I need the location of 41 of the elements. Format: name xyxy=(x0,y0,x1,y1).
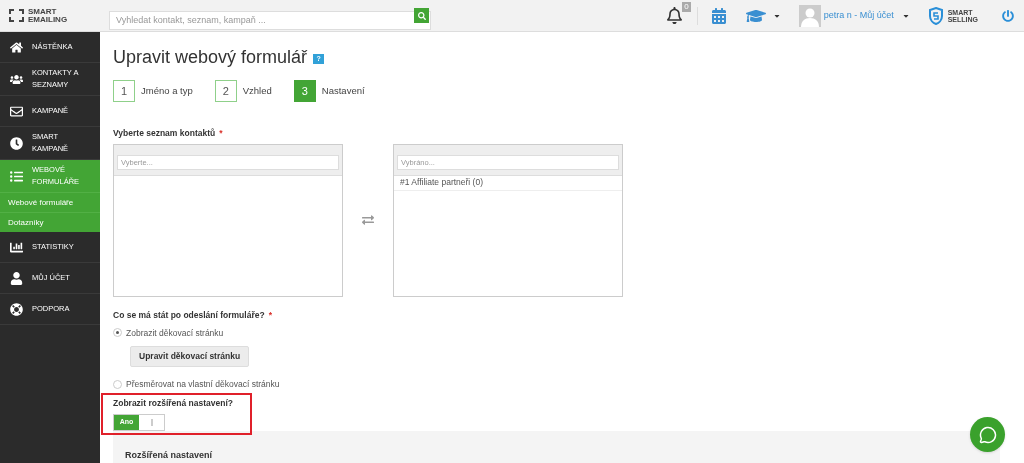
chat-button[interactable] xyxy=(970,417,1005,452)
lifebuoy-icon xyxy=(9,302,23,316)
step-number: 3 xyxy=(293,80,316,102)
user-icon xyxy=(9,271,23,285)
transfer-icon[interactable] xyxy=(362,214,374,227)
required-mark: * xyxy=(219,127,223,140)
list-icon xyxy=(9,169,23,183)
clock-icon xyxy=(9,136,23,150)
field-label: Co se má stát po odeslání formuláře? xyxy=(113,308,265,322)
power-icon[interactable] xyxy=(1002,9,1014,22)
shield-icon xyxy=(927,6,944,25)
avatar-icon xyxy=(798,4,821,27)
search-button[interactable] xyxy=(414,8,429,23)
envelope-icon xyxy=(9,104,23,118)
step-label: Jméno a typ xyxy=(141,83,193,98)
logo-text: EMAILING xyxy=(28,15,68,24)
page-title: Upravit webový formulář xyxy=(113,46,308,69)
step-number: 2 xyxy=(214,80,237,102)
logo-icon xyxy=(9,9,24,22)
step-number: 1 xyxy=(113,80,135,102)
field-label: Zobrazit rozšířená nastavení? xyxy=(113,398,233,408)
users-icon xyxy=(9,72,23,86)
radio-button[interactable] xyxy=(113,328,122,338)
calendar-icon[interactable] xyxy=(710,7,727,24)
logo-text: SMART xyxy=(28,7,58,16)
panel-title: Rozšířená nastavení xyxy=(125,449,213,460)
bell-icon[interactable] xyxy=(665,7,683,24)
step-label: Vzhled xyxy=(242,83,272,98)
radio-label: Přesměrovat na vlastní děkovací stránku xyxy=(126,378,280,391)
step-label: Nastavení xyxy=(321,83,365,98)
home-icon xyxy=(9,40,23,54)
radio-button[interactable] xyxy=(113,380,122,390)
required-mark: * xyxy=(268,308,272,322)
field-label: Vyberte seznam kontaktů xyxy=(113,127,216,140)
edit-page-button[interactable]: Upravit děkovací stránku xyxy=(130,346,250,368)
list-item[interactable]: #1 Affiliate partneři (0) xyxy=(394,175,622,191)
search-icon xyxy=(417,11,426,20)
chat-icon xyxy=(978,425,997,444)
search-field[interactable]: Vyhledat kontakt, seznam, kampaň ... xyxy=(109,10,431,30)
radio-label: Zobrazit děkovací stránku xyxy=(126,326,224,340)
bar-chart-icon xyxy=(9,240,23,254)
